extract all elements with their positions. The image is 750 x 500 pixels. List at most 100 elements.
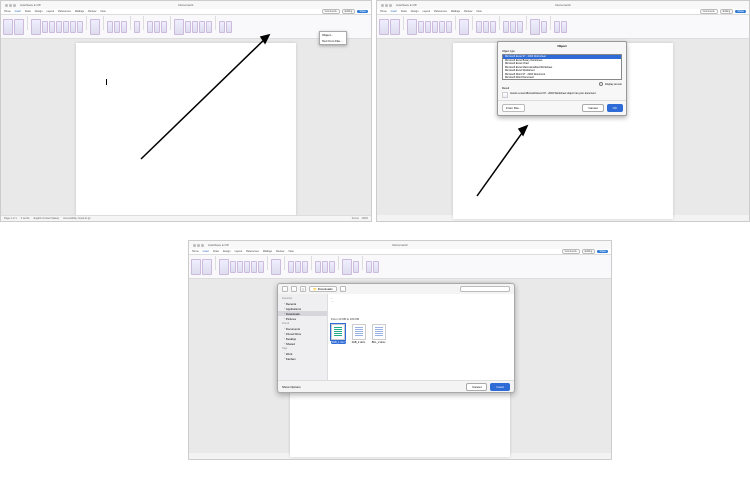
pagenum-icon[interactable]	[517, 21, 523, 33]
status-acc[interactable]: Accessibility: Good to go	[63, 217, 90, 220]
display-as-icon-checkbox[interactable]	[599, 82, 603, 86]
equation-icon[interactable]	[554, 21, 560, 33]
tab-references[interactable]: References	[58, 10, 71, 13]
tab-references[interactable]: References	[434, 10, 447, 13]
cancel-button[interactable]: Cancel	[466, 383, 487, 391]
link-icon[interactable]	[288, 261, 294, 273]
autosave[interactable]: AutoSave ● Off	[396, 3, 416, 7]
tab-review[interactable]: Review	[464, 10, 472, 13]
tab-review[interactable]: Review	[276, 250, 284, 253]
show-options-button[interactable]: Show Options	[282, 385, 301, 389]
autosave[interactable]: AutoSave ● Off	[20, 3, 40, 7]
tab-draw[interactable]: Draw	[213, 250, 219, 253]
tab-layout[interactable]: Layout	[423, 10, 431, 13]
comments-button[interactable]: Comments	[700, 9, 718, 14]
textbox-icon[interactable]	[530, 19, 540, 35]
tab-design[interactable]: Design	[411, 10, 419, 13]
tab-references[interactable]: References	[246, 250, 259, 253]
object-icon[interactable]	[541, 21, 547, 33]
tab-design[interactable]: Design	[35, 10, 43, 13]
addins-icon[interactable]	[271, 259, 281, 275]
group-button[interactable]: ⋯	[340, 286, 346, 292]
icons-icon[interactable]	[425, 21, 431, 33]
crossref-icon[interactable]	[302, 261, 308, 273]
symbol-icon[interactable]	[561, 21, 567, 33]
tab-view[interactable]: View	[476, 10, 481, 13]
crossref-icon[interactable]	[490, 21, 496, 33]
bookmark-icon[interactable]	[483, 21, 489, 33]
file-item[interactable]: BUL_2.docx	[372, 324, 386, 344]
tab-draw[interactable]: Draw	[401, 10, 407, 13]
footer-icon[interactable]	[322, 261, 328, 273]
editing-button[interactable]: Editing	[720, 9, 734, 14]
status-lang[interactable]: English (United States)	[34, 217, 60, 220]
object-type-list[interactable]: Microsoft Excel 97 - 2004 Worksheet Micr…	[502, 54, 622, 80]
icons-icon[interactable]	[237, 261, 243, 273]
location-popup[interactable]: Downloads	[309, 286, 337, 292]
textbox-icon[interactable]	[342, 259, 352, 275]
status-words[interactable]: 0 words	[21, 217, 30, 220]
tab-insert[interactable]: Insert	[15, 10, 21, 13]
pictures-icon[interactable]	[407, 19, 417, 35]
footer-icon[interactable]	[510, 21, 516, 33]
models-icon[interactable]	[432, 21, 438, 33]
header-icon[interactable]	[503, 21, 509, 33]
shapes-icon[interactable]	[42, 21, 48, 33]
tab-mailings[interactable]: Mailings	[451, 10, 460, 13]
symbol-icon[interactable]	[373, 261, 379, 273]
models-icon[interactable]	[244, 261, 250, 273]
table-icon[interactable]	[202, 259, 212, 275]
addins-icon[interactable]	[459, 19, 469, 35]
forward-button[interactable]: ›	[291, 286, 297, 292]
tab-mailings[interactable]: Mailings	[75, 10, 84, 13]
chart-icon[interactable]	[446, 21, 452, 33]
tab-insert[interactable]: Insert	[391, 10, 397, 13]
pictures-icon[interactable]	[219, 259, 229, 275]
pages-icon[interactable]	[379, 19, 389, 35]
header-icon[interactable]	[315, 261, 321, 273]
comments-button[interactable]: Comments	[562, 249, 580, 254]
menu-text-from-file[interactable]: Text from File...	[320, 38, 346, 44]
status-page[interactable]: Page 1 of 1	[4, 217, 17, 220]
tab-mailings[interactable]: Mailings	[263, 250, 272, 253]
pictures-icon[interactable]	[31, 19, 41, 35]
smartart-icon[interactable]	[251, 261, 257, 273]
tab-insert[interactable]: Insert	[203, 250, 209, 253]
pages-icon[interactable]	[3, 19, 13, 35]
file-list[interactable]: ⌕ ⋯ From 10 KB to 100 KB FAB_1.xlsx FAB_…	[328, 294, 514, 380]
tab-design[interactable]: Design	[223, 250, 231, 253]
editing-button[interactable]: Editing	[342, 9, 356, 14]
tab-home[interactable]: Home	[192, 250, 199, 253]
list-item[interactable]: Microsoft Word Macro-Enabled Document	[503, 80, 621, 81]
share-button[interactable]: Share	[357, 10, 368, 13]
tab-review[interactable]: Review	[88, 10, 96, 13]
status-focus[interactable]: Focus	[352, 217, 359, 220]
link-icon[interactable]	[476, 21, 482, 33]
comments-button[interactable]: Comments	[322, 9, 340, 14]
chart-icon[interactable]	[258, 261, 264, 273]
share-button[interactable]: Share	[735, 10, 746, 13]
pages-icon[interactable]	[191, 259, 201, 275]
icons-icon[interactable]	[49, 21, 55, 33]
file-item[interactable]: FAB_1.xlsx	[331, 324, 346, 344]
view-button[interactable]: ☰	[300, 286, 306, 292]
pagenum-icon[interactable]	[329, 261, 335, 273]
smartart-icon[interactable]	[439, 21, 445, 33]
table-icon[interactable]	[14, 19, 24, 35]
object-icon[interactable]	[353, 261, 359, 273]
table-icon[interactable]	[390, 19, 400, 35]
tab-layout[interactable]: Layout	[47, 10, 55, 13]
tab-layout[interactable]: Layout	[235, 250, 243, 253]
share-button[interactable]: Share	[597, 250, 608, 253]
autosave[interactable]: AutoSave ● Off	[208, 243, 228, 247]
shapes-icon[interactable]	[418, 21, 424, 33]
tab-home[interactable]: Home	[380, 10, 387, 13]
status-zoom[interactable]: 100%	[362, 217, 368, 220]
sidebar-item-kanban[interactable]: Kanban	[278, 356, 327, 361]
ok-button[interactable]: OK	[607, 104, 623, 112]
shapes-icon[interactable]	[230, 261, 236, 273]
bookmark-icon[interactable]	[295, 261, 301, 273]
editing-button[interactable]: Editing	[582, 249, 596, 254]
insert-button[interactable]: Insert	[490, 383, 510, 391]
tab-home[interactable]: Home	[4, 10, 11, 13]
